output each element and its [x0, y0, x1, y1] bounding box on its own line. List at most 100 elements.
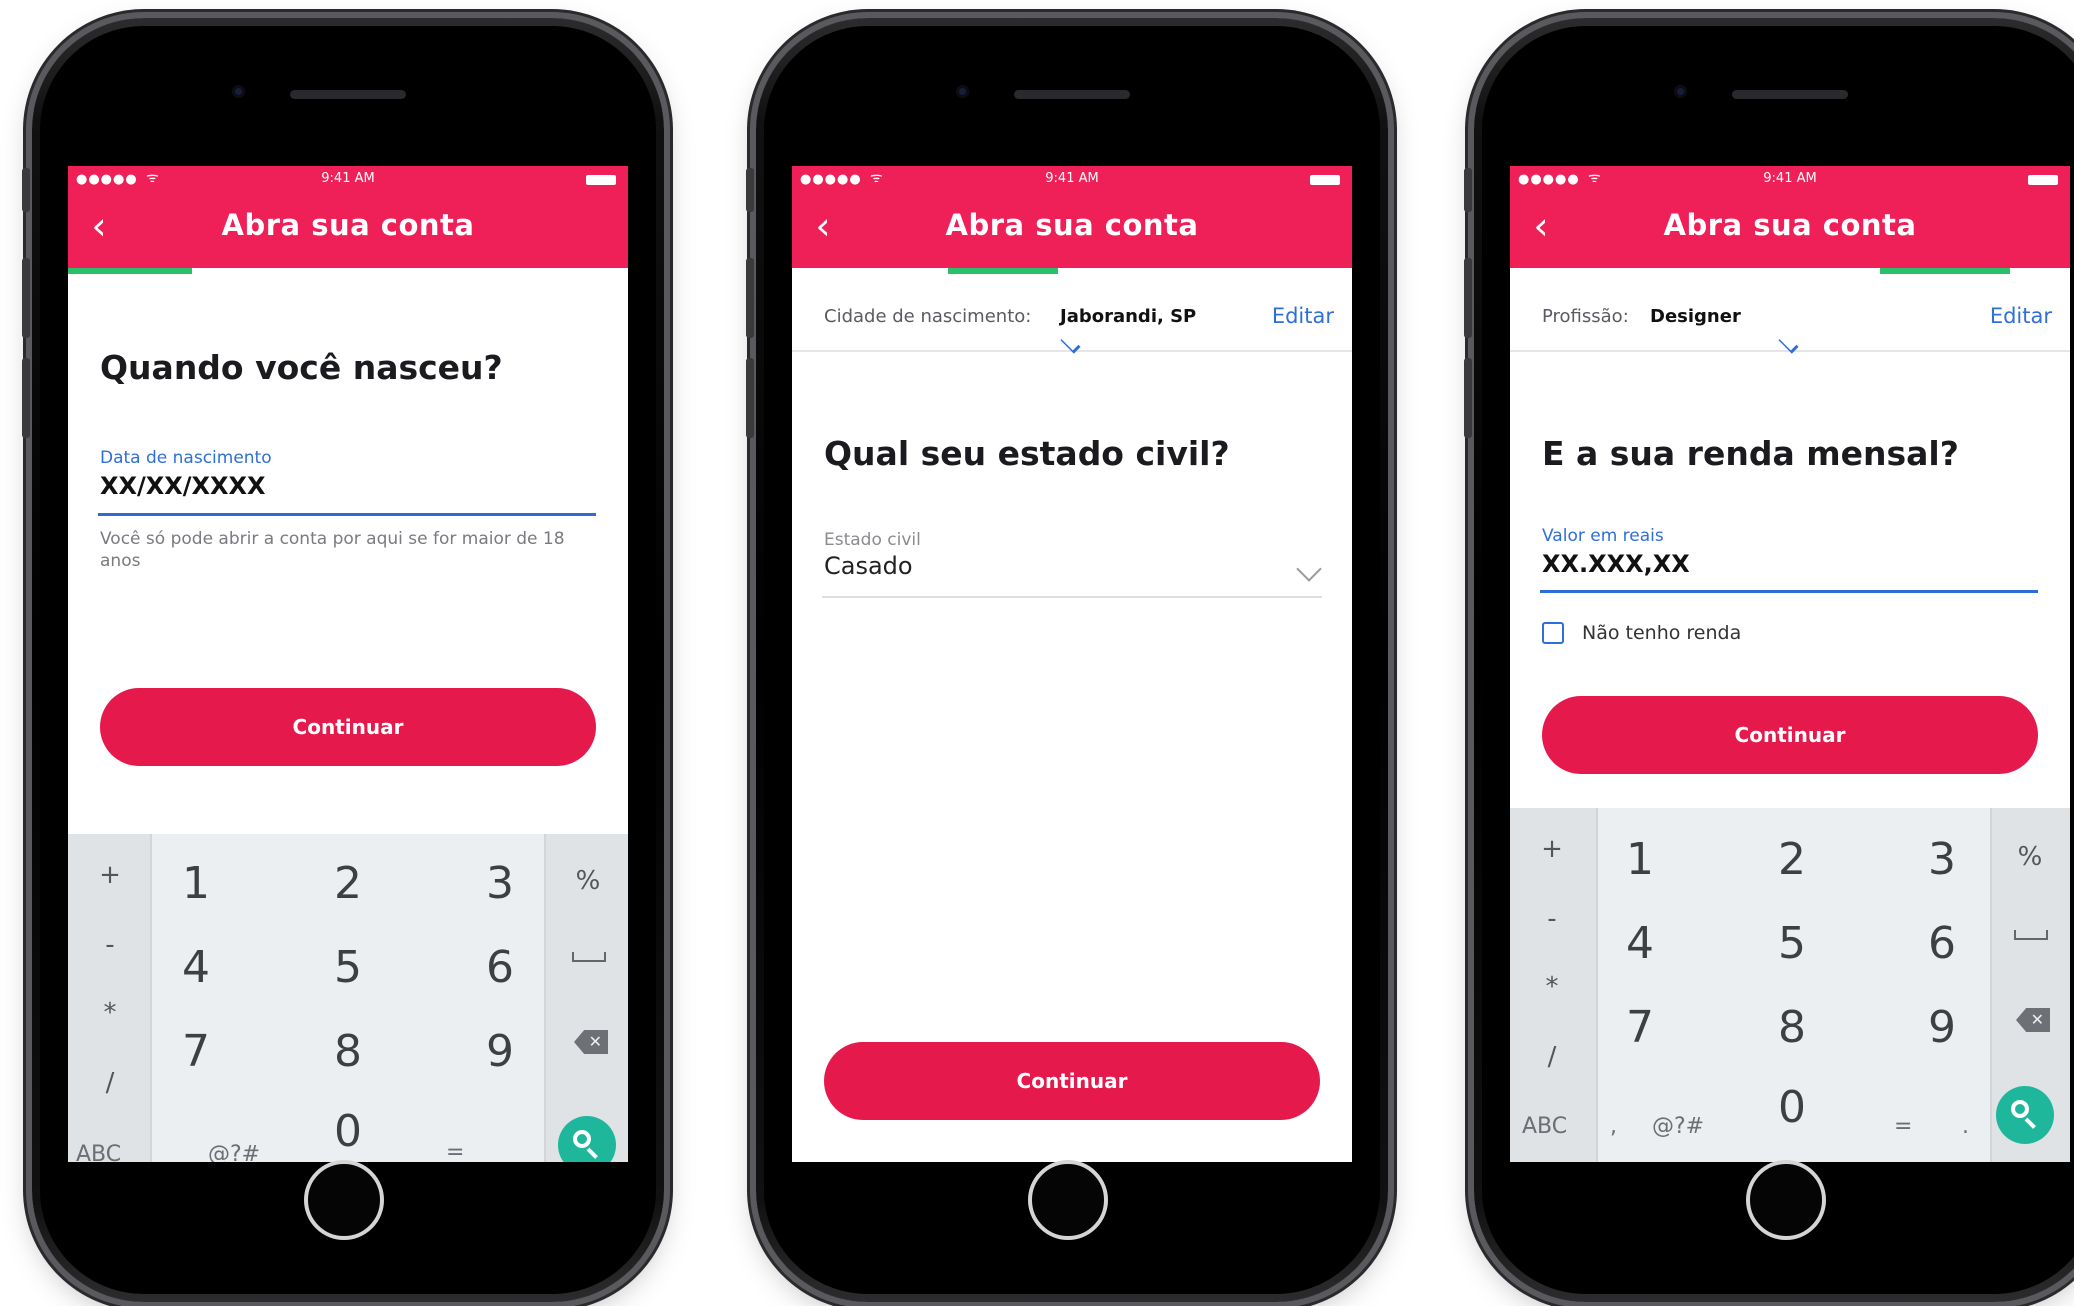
key-equals[interactable]: = — [446, 1140, 464, 1162]
select-underline — [822, 596, 1322, 598]
key-abc[interactable]: ABC — [1522, 1114, 1567, 1139]
side-button — [22, 168, 30, 212]
key-multiply[interactable]: * — [1532, 972, 1572, 1002]
key-6[interactable]: 6 — [470, 942, 530, 993]
question-title: E a sua renda mensal? — [1542, 434, 1959, 473]
phone-mockup-3: ●●●●● ᯤ 9:41 AM ‹ Abra sua conta Profiss… — [1464, 18, 2074, 1302]
key-period[interactable]: . — [1962, 1114, 1969, 1139]
app-bar: ●●●●● ᯤ 9:41 AM ‹ Abra sua conta — [68, 166, 628, 268]
app-bar: ●●●●● ᯤ 9:41 AM ‹ Abra sua conta — [792, 166, 1352, 268]
summary-value: Designer — [1650, 306, 1741, 327]
edit-link[interactable]: Editar — [1990, 304, 2052, 328]
status-bar: ●●●●● ᯤ 9:41 AM — [68, 166, 628, 194]
key-2[interactable]: 2 — [1762, 834, 1822, 885]
earpiece-speaker — [290, 90, 406, 99]
key-9[interactable]: 9 — [1912, 1002, 1972, 1053]
key-minus[interactable]: - — [1532, 904, 1572, 934]
front-camera — [956, 85, 969, 98]
page-title: Abra sua conta — [945, 208, 1199, 242]
earpiece-speaker — [1014, 90, 1130, 99]
helper-text: Você só pode abrir a conta por aqui se f… — [100, 529, 565, 571]
key-5[interactable]: 5 — [1762, 918, 1822, 969]
battery-icon — [586, 175, 616, 185]
keyboard-divider — [544, 834, 546, 1162]
key-8[interactable]: 8 — [318, 1026, 378, 1077]
birthdate-input[interactable]: XX/XX/XXXX — [100, 472, 266, 500]
key-symbols[interactable]: @?# — [208, 1142, 260, 1162]
status-time: 9:41 AM — [321, 171, 375, 186]
key-6[interactable]: 6 — [1912, 918, 1972, 969]
space-key[interactable] — [572, 952, 606, 962]
key-0[interactable]: 0 — [1762, 1082, 1822, 1133]
home-button[interactable] — [1028, 1160, 1108, 1240]
edit-link[interactable]: Editar — [1272, 304, 1334, 328]
key-comma[interactable]: , — [1610, 1114, 1617, 1139]
income-input[interactable]: XX.XXX,XX — [1542, 550, 1690, 578]
phone-mockup-2: ●●●●● ᯤ 9:41 AM ‹ Abra sua conta Cidade … — [746, 18, 1388, 1302]
input-underline — [1540, 590, 2038, 593]
key-8[interactable]: 8 — [1762, 1002, 1822, 1053]
key-9[interactable]: 9 — [470, 1026, 530, 1077]
home-button[interactable] — [304, 1160, 384, 1240]
key-3[interactable]: 3 — [1912, 834, 1972, 885]
field-label: Valor em reais — [1542, 526, 1664, 546]
key-1[interactable]: 1 — [1610, 834, 1670, 885]
front-camera — [1674, 85, 1687, 98]
chevron-down-icon[interactable] — [1060, 333, 1081, 354]
key-3[interactable]: 3 — [470, 858, 530, 909]
side-button — [1464, 168, 1472, 212]
key-7[interactable]: 7 — [1610, 1002, 1670, 1053]
side-button — [22, 358, 30, 438]
earpiece-speaker — [1732, 90, 1848, 99]
summary-value: Jaborandi, SP — [1060, 306, 1197, 327]
progress-indicator — [68, 268, 192, 274]
keyboard-divider — [1990, 808, 1992, 1162]
key-5[interactable]: 5 — [318, 942, 378, 993]
phone-mockup-1: ●●●●● ᯤ 9:41 AM ‹ Abra sua conta Quando … — [22, 18, 664, 1302]
front-camera — [232, 85, 245, 98]
key-symbols[interactable]: @?# — [1652, 1114, 1704, 1139]
key-2[interactable]: 2 — [318, 858, 378, 909]
search-icon[interactable] — [1996, 1086, 2054, 1144]
keyboard-divider — [1596, 808, 1598, 1162]
key-4[interactable]: 4 — [166, 942, 226, 993]
key-abc[interactable]: ABC — [76, 1142, 121, 1162]
field-label: Estado civil — [824, 530, 921, 550]
chevron-down-icon[interactable] — [1778, 333, 1799, 354]
key-equals[interactable]: = — [1894, 1114, 1912, 1139]
key-4[interactable]: 4 — [1610, 918, 1670, 969]
continue-button[interactable]: Continuar — [100, 688, 596, 766]
field-label: Data de nascimento — [100, 448, 272, 468]
page-title: Abra sua conta — [221, 208, 475, 242]
home-button[interactable] — [1746, 1160, 1826, 1240]
key-0[interactable]: 0 — [318, 1106, 378, 1157]
chevron-down-icon[interactable] — [1296, 556, 1322, 582]
side-button — [746, 358, 754, 438]
previous-answer-summary: Cidade de nascimento: Jaborandi, SP Edit… — [792, 274, 1352, 354]
keyboard-divider — [150, 834, 152, 1162]
side-button — [1464, 258, 1472, 338]
summary-label: Cidade de nascimento: — [824, 306, 1032, 327]
side-button — [746, 258, 754, 338]
key-plus[interactable]: + — [1532, 834, 1572, 864]
side-button — [1464, 358, 1472, 438]
key-percent[interactable]: % — [2010, 842, 2050, 872]
checkbox-label[interactable]: Não tenho renda — [1582, 622, 1741, 644]
key-divide[interactable]: / — [1532, 1042, 1572, 1072]
summary-label: Profissão: — [1542, 306, 1629, 327]
space-key[interactable] — [2014, 930, 2048, 940]
continue-button[interactable]: Continuar — [1542, 696, 2038, 774]
key-divide[interactable]: / — [90, 1068, 130, 1098]
key-minus[interactable]: - — [90, 930, 130, 960]
key-percent[interactable]: % — [568, 866, 608, 896]
key-plus[interactable]: + — [90, 860, 130, 890]
key-multiply[interactable]: * — [90, 998, 130, 1028]
no-income-checkbox[interactable] — [1542, 622, 1564, 644]
status-bar: ●●●●● ᯤ 9:41 AM — [1510, 166, 2070, 194]
key-7[interactable]: 7 — [166, 1026, 226, 1077]
key-1[interactable]: 1 — [166, 858, 226, 909]
previous-answer-summary: Profissão: Designer Editar — [1510, 274, 2070, 354]
continue-button[interactable]: Continuar — [824, 1042, 1320, 1120]
marital-status-select[interactable]: Casado — [824, 552, 913, 580]
numeric-keyboard: + - * / 1 2 3 4 5 6 7 8 9 0 % ✕ ABC , @?… — [1510, 808, 2070, 1162]
